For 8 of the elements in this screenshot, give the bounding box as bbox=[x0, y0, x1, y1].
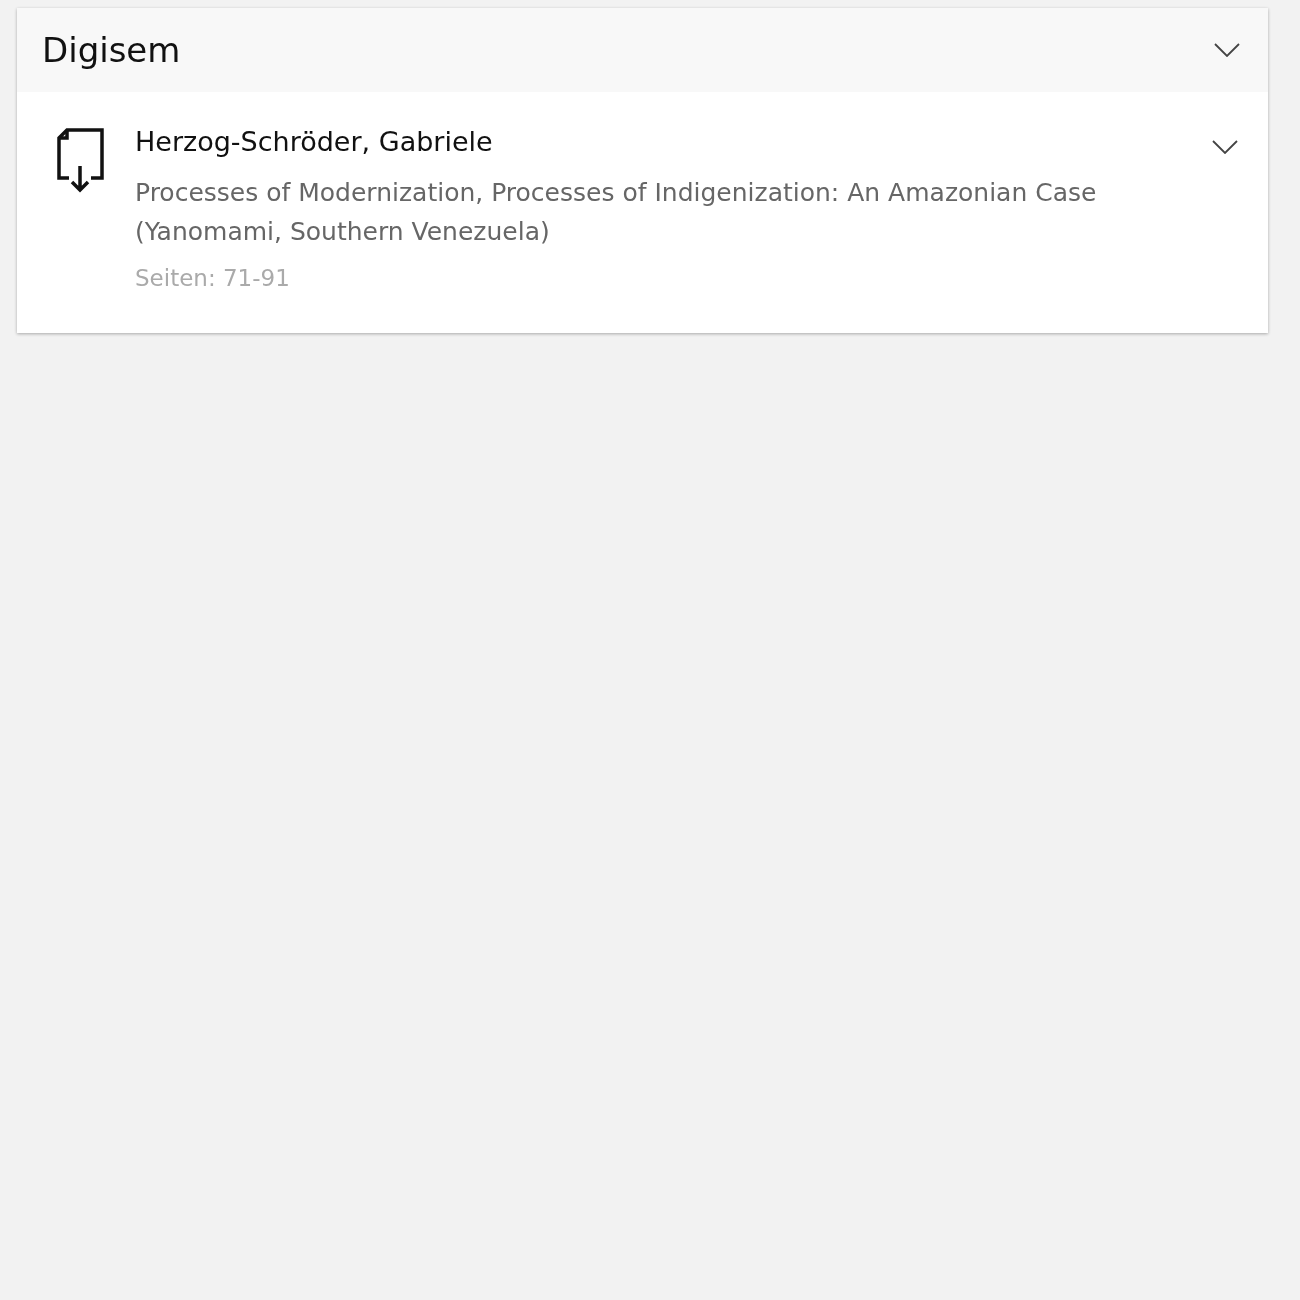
chevron-icon[interactable] bbox=[1212, 140, 1238, 154]
document-title: Processes of Modernization, Processes of Indigenization: An Amazonian Case (Yanomami, Southern Venezuela) bbox=[135, 177, 1098, 248]
document-download-icon[interactable] bbox=[55, 126, 105, 194]
page-range: Seiten: 71-91 bbox=[135, 265, 291, 291]
panel-header[interactable]: Digisem bbox=[17, 8, 1268, 92]
panel-title: Digisem bbox=[42, 30, 181, 70]
chevron-icon[interactable] bbox=[1214, 43, 1240, 57]
author-name: Herzog-Schröder, Gabriele bbox=[135, 126, 494, 157]
